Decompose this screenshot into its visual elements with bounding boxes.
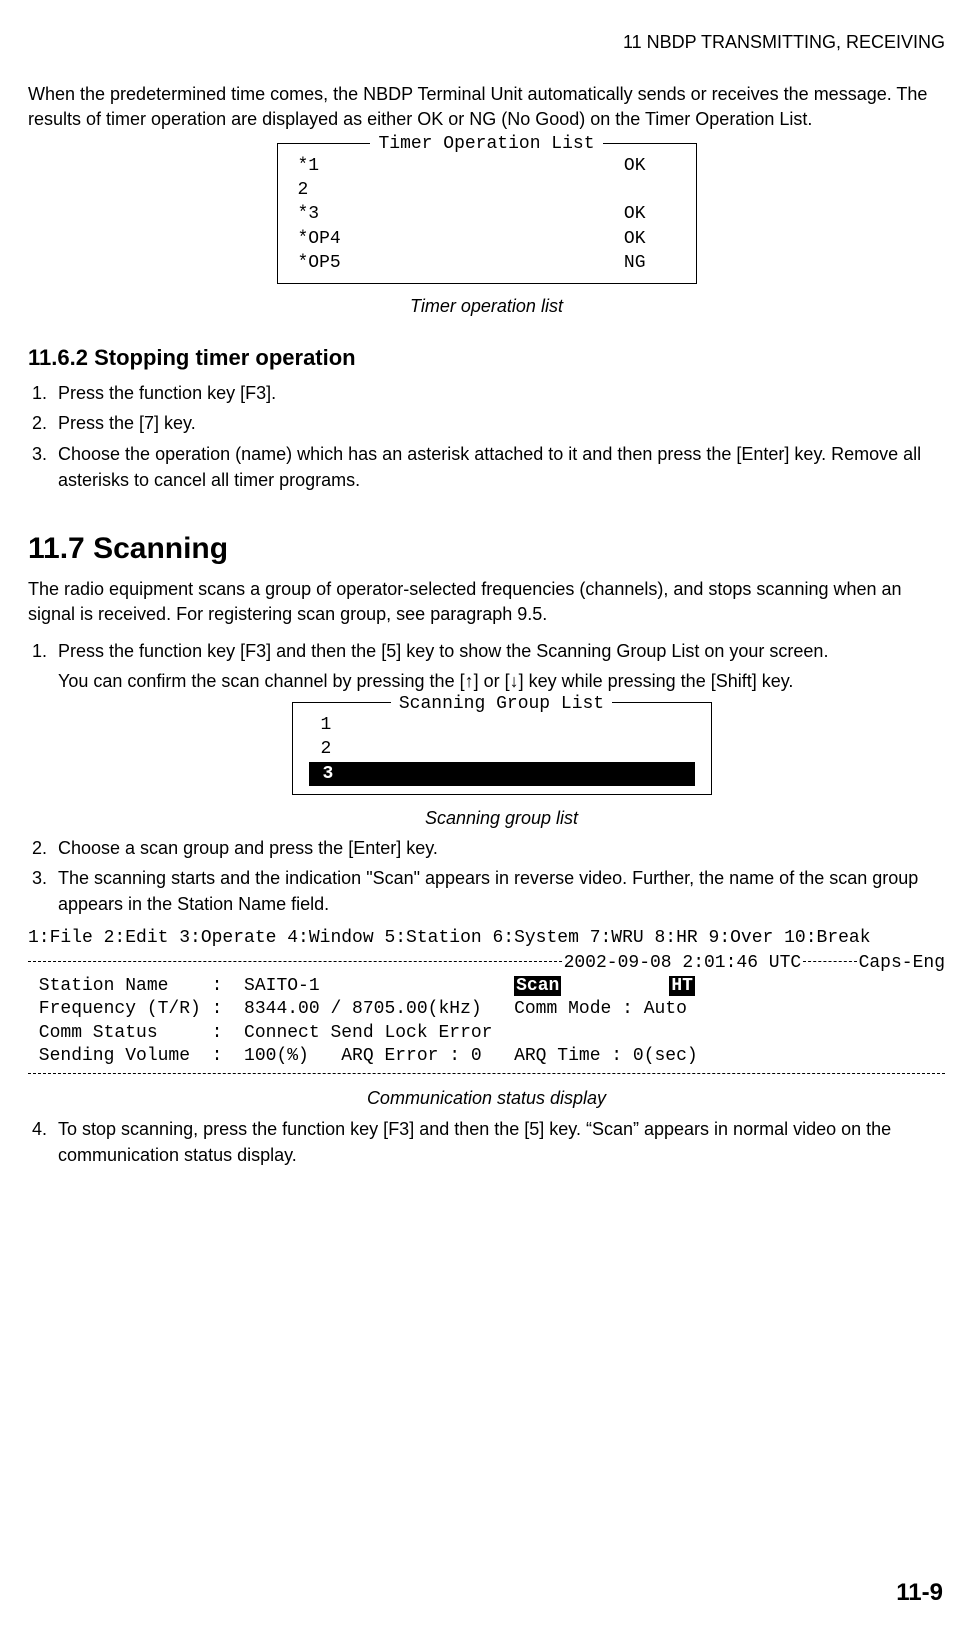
- status-timestamp-row: 2002-09-08 2:01:46 UTC Caps-Eng: [28, 951, 945, 975]
- step-text: Press the function key [F3] and then the…: [58, 641, 828, 661]
- timer-row: *1OK: [298, 154, 676, 178]
- intro-paragraph: When the predetermined time comes, the N…: [28, 82, 945, 131]
- steps-11-6-2: Press the function key [F3]. Press the […: [28, 380, 945, 492]
- scan-item: 2: [307, 737, 697, 761]
- status-station-name: Station Name : SAITO-1 Scan HT: [28, 975, 945, 998]
- status-comm-status: Comm Status : Connect Send Lock Error: [28, 1022, 945, 1045]
- page-header: 11 NBDP TRANSMITTING, RECEIVING: [28, 30, 945, 54]
- timer-row: 2: [298, 178, 676, 202]
- status-menu-bar: 1:File 2:Edit 3:Operate 4:Window 5:Stati…: [28, 927, 945, 950]
- ht-indicator: HT: [669, 976, 695, 996]
- step: To stop scanning, press the function key…: [52, 1116, 945, 1168]
- status-caption: Communication status display: [28, 1086, 945, 1110]
- step: Press the function key [F3] and then the…: [52, 638, 945, 831]
- timer-row: *OP4OK: [298, 227, 676, 251]
- timer-operation-list-box: Timer Operation List *1OK 2 *3OK *OP4OK …: [277, 143, 697, 284]
- status-caps: Caps-Eng: [859, 951, 945, 975]
- scan-indicator: Scan: [514, 976, 561, 996]
- scanning-group-list-box: Scanning Group List 1 2 3: [292, 702, 712, 795]
- timer-row: *3OK: [298, 202, 676, 226]
- step: Press the function key [F3].: [52, 380, 945, 406]
- timer-list-title: Timer Operation List: [370, 134, 602, 154]
- timer-row: *OP5NG: [298, 251, 676, 275]
- timer-list-caption: Timer operation list: [28, 294, 945, 318]
- status-timestamp: 2002-09-08 2:01:46 UTC: [564, 951, 802, 975]
- page-number: 11-9: [896, 1577, 943, 1609]
- steps-11-7: Press the function key [F3] and then the…: [28, 638, 945, 917]
- scan-list-caption: Scanning group list: [58, 805, 945, 831]
- status-frequency: Frequency (T/R) : 8344.00 / 8705.00(kHz)…: [28, 998, 945, 1021]
- step: Choose a scan group and press the [Enter…: [52, 835, 945, 861]
- status-sending-volume: Sending Volume : 100(%) ARQ Error : 0 AR…: [28, 1045, 945, 1068]
- heading-11-7: 11.7 Scanning: [28, 529, 945, 570]
- heading-11-6-2: 11.6.2 Stopping timer operation: [28, 343, 945, 373]
- step: Press the [7] key.: [52, 410, 945, 436]
- communication-status-display: 1:File 2:Edit 3:Operate 4:Window 5:Stati…: [28, 927, 945, 1073]
- scanning-intro: The radio equipment scans a group of ope…: [28, 577, 945, 626]
- step: The scanning starts and the indication "…: [52, 865, 945, 917]
- status-divider: [28, 1073, 945, 1074]
- steps-11-7-cont: To stop scanning, press the function key…: [28, 1116, 945, 1168]
- scan-list-title: Scanning Group List: [391, 694, 612, 714]
- step: Choose the operation (name) which has an…: [52, 441, 945, 493]
- scan-item-selected: 3: [309, 762, 695, 786]
